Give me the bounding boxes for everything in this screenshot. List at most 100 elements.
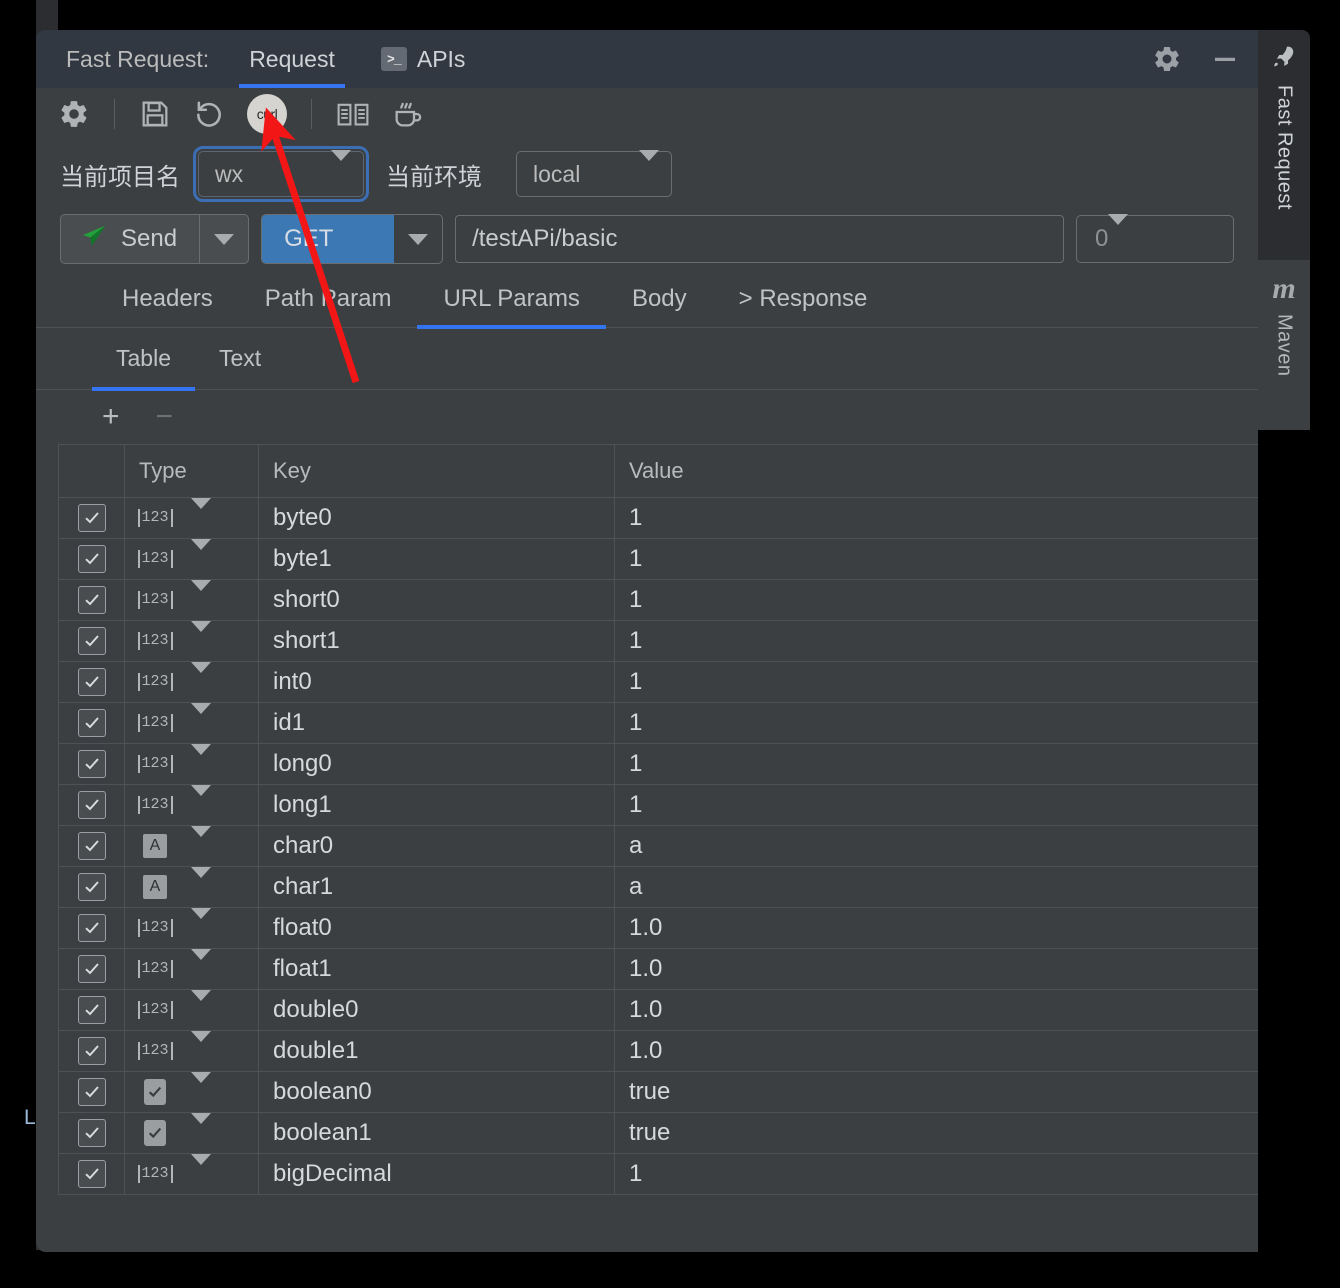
table-row[interactable]: 123 float0 1.0 — [59, 908, 1258, 949]
table-row[interactable]: Achar0 a — [59, 826, 1258, 867]
row-value-cell[interactable]: true — [615, 1113, 1258, 1153]
row-key-cell[interactable]: id1 — [259, 703, 615, 743]
tab-text-view[interactable]: Text — [195, 328, 285, 390]
row-enable-checkbox[interactable] — [59, 990, 125, 1030]
row-value-cell[interactable]: 1.0 — [615, 1031, 1258, 1071]
table-row[interactable]: 123 double0 1.0 — [59, 990, 1258, 1031]
chevron-down-icon[interactable] — [191, 539, 211, 568]
row-value-cell[interactable]: 1.0 — [615, 949, 1258, 989]
row-enable-checkbox[interactable] — [59, 662, 125, 702]
row-key-cell[interactable]: boolean1 — [259, 1113, 615, 1153]
row-type-select[interactable]: 123 — [125, 949, 259, 989]
row-key-cell[interactable]: char1 — [259, 867, 615, 907]
table-row[interactable]: 123 double1 1.0 — [59, 1031, 1258, 1072]
chevron-down-icon[interactable] — [191, 498, 211, 527]
column-header-type[interactable]: Type — [125, 445, 259, 497]
chevron-down-icon[interactable] — [191, 1154, 211, 1183]
row-type-select[interactable] — [125, 1113, 259, 1153]
row-enable-checkbox[interactable] — [59, 744, 125, 784]
undo-circular-arrow-icon[interactable] — [193, 98, 225, 130]
chevron-down-icon[interactable] — [191, 826, 211, 855]
table-row[interactable]: 123 byte1 1 — [59, 539, 1258, 580]
row-enable-checkbox[interactable] — [59, 908, 125, 948]
chevron-down-icon[interactable] — [191, 785, 211, 814]
row-key-cell[interactable]: float1 — [259, 949, 615, 989]
chevron-down-icon[interactable] — [191, 662, 211, 691]
row-value-cell[interactable]: 1 — [615, 785, 1258, 825]
chevron-down-icon[interactable] — [191, 703, 211, 732]
row-value-cell[interactable]: true — [615, 1072, 1258, 1112]
row-value-cell[interactable]: 1 — [615, 539, 1258, 579]
row-enable-checkbox[interactable] — [59, 498, 125, 538]
row-key-cell[interactable]: float0 — [259, 908, 615, 948]
chevron-down-icon[interactable] — [191, 1113, 211, 1142]
table-row[interactable]: 123 float1 1.0 — [59, 949, 1258, 990]
row-value-cell[interactable]: 1.0 — [615, 990, 1258, 1030]
row-type-select[interactable]: 123 — [125, 990, 259, 1030]
project-select[interactable]: wx — [193, 146, 369, 202]
environment-select[interactable]: local — [516, 149, 672, 197]
tab-headers[interactable]: Headers — [96, 270, 239, 328]
chevron-down-icon[interactable] — [191, 949, 211, 978]
chevron-down-icon[interactable] — [191, 580, 211, 609]
row-value-cell[interactable]: 1 — [615, 498, 1258, 538]
table-row[interactable]: 123 int0 1 — [59, 662, 1258, 703]
tab-request[interactable]: Request — [237, 30, 347, 88]
table-row[interactable]: 123 byte0 1 — [59, 498, 1258, 539]
row-enable-checkbox[interactable] — [59, 1072, 125, 1112]
remove-row-button[interactable]: − — [156, 402, 174, 432]
row-enable-checkbox[interactable] — [59, 826, 125, 866]
row-enable-checkbox[interactable] — [59, 785, 125, 825]
add-row-button[interactable]: + — [102, 402, 120, 432]
row-key-cell[interactable]: short0 — [259, 580, 615, 620]
row-enable-checkbox[interactable] — [59, 1113, 125, 1153]
coffee-cup-icon[interactable] — [392, 98, 424, 130]
row-enable-checkbox[interactable] — [59, 1154, 125, 1194]
row-type-select[interactable]: 123 — [125, 539, 259, 579]
table-row[interactable]: 123 short0 1 — [59, 580, 1258, 621]
row-type-select[interactable]: 123 — [125, 662, 259, 702]
tab-body[interactable]: Body — [606, 270, 713, 328]
row-type-select[interactable]: A — [125, 867, 259, 907]
row-type-select[interactable]: 123 — [125, 908, 259, 948]
strip-button-fast-request[interactable]: Fast Request — [1258, 30, 1310, 270]
chevron-down-icon[interactable] — [191, 990, 211, 1019]
tab-url-params[interactable]: URL Params — [417, 270, 607, 329]
row-type-select[interactable]: 123 — [125, 498, 259, 538]
table-row[interactable]: 123 bigDecimal 1 — [59, 1154, 1258, 1195]
chevron-down-icon[interactable] — [191, 744, 211, 773]
book-icon[interactable] — [336, 98, 370, 130]
row-enable-checkbox[interactable] — [59, 867, 125, 907]
row-type-select[interactable]: 123 — [125, 744, 259, 784]
column-header-value[interactable]: Value — [615, 445, 1258, 497]
count-select[interactable]: 0 — [1076, 214, 1234, 263]
send-options-arrow[interactable] — [199, 215, 248, 263]
row-enable-checkbox[interactable] — [59, 1031, 125, 1071]
floppy-disk-icon[interactable] — [139, 98, 171, 130]
row-key-cell[interactable]: bigDecimal — [259, 1154, 615, 1194]
table-row[interactable]: 123 short1 1 — [59, 621, 1258, 662]
row-key-cell[interactable]: short1 — [259, 621, 615, 661]
curl-icon[interactable]: curl — [247, 94, 287, 134]
gear-icon[interactable] — [58, 98, 90, 130]
tab-apis[interactable]: >_ APIs — [369, 30, 478, 88]
tab-path-param[interactable]: Path Param — [239, 270, 418, 328]
method-select[interactable]: GET — [261, 214, 444, 264]
table-row[interactable]: boolean0 true — [59, 1072, 1258, 1113]
tab-response[interactable]: > Response — [713, 270, 894, 328]
row-value-cell[interactable]: 1 — [615, 1154, 1258, 1194]
row-enable-checkbox[interactable] — [59, 580, 125, 620]
table-row[interactable]: Achar1 a — [59, 867, 1258, 908]
minimize-icon[interactable] — [1210, 44, 1240, 74]
row-type-select[interactable]: 123 — [125, 1154, 259, 1194]
chevron-down-icon[interactable] — [191, 908, 211, 937]
row-key-cell[interactable]: int0 — [259, 662, 615, 702]
row-value-cell[interactable]: 1 — [615, 703, 1258, 743]
row-type-select[interactable]: A — [125, 826, 259, 866]
row-key-cell[interactable]: char0 — [259, 826, 615, 866]
gear-icon[interactable] — [1152, 44, 1182, 74]
chevron-down-icon[interactable] — [394, 215, 442, 263]
tab-table-view[interactable]: Table — [92, 328, 195, 391]
table-row[interactable]: 123 long1 1 — [59, 785, 1258, 826]
row-key-cell[interactable]: byte1 — [259, 539, 615, 579]
